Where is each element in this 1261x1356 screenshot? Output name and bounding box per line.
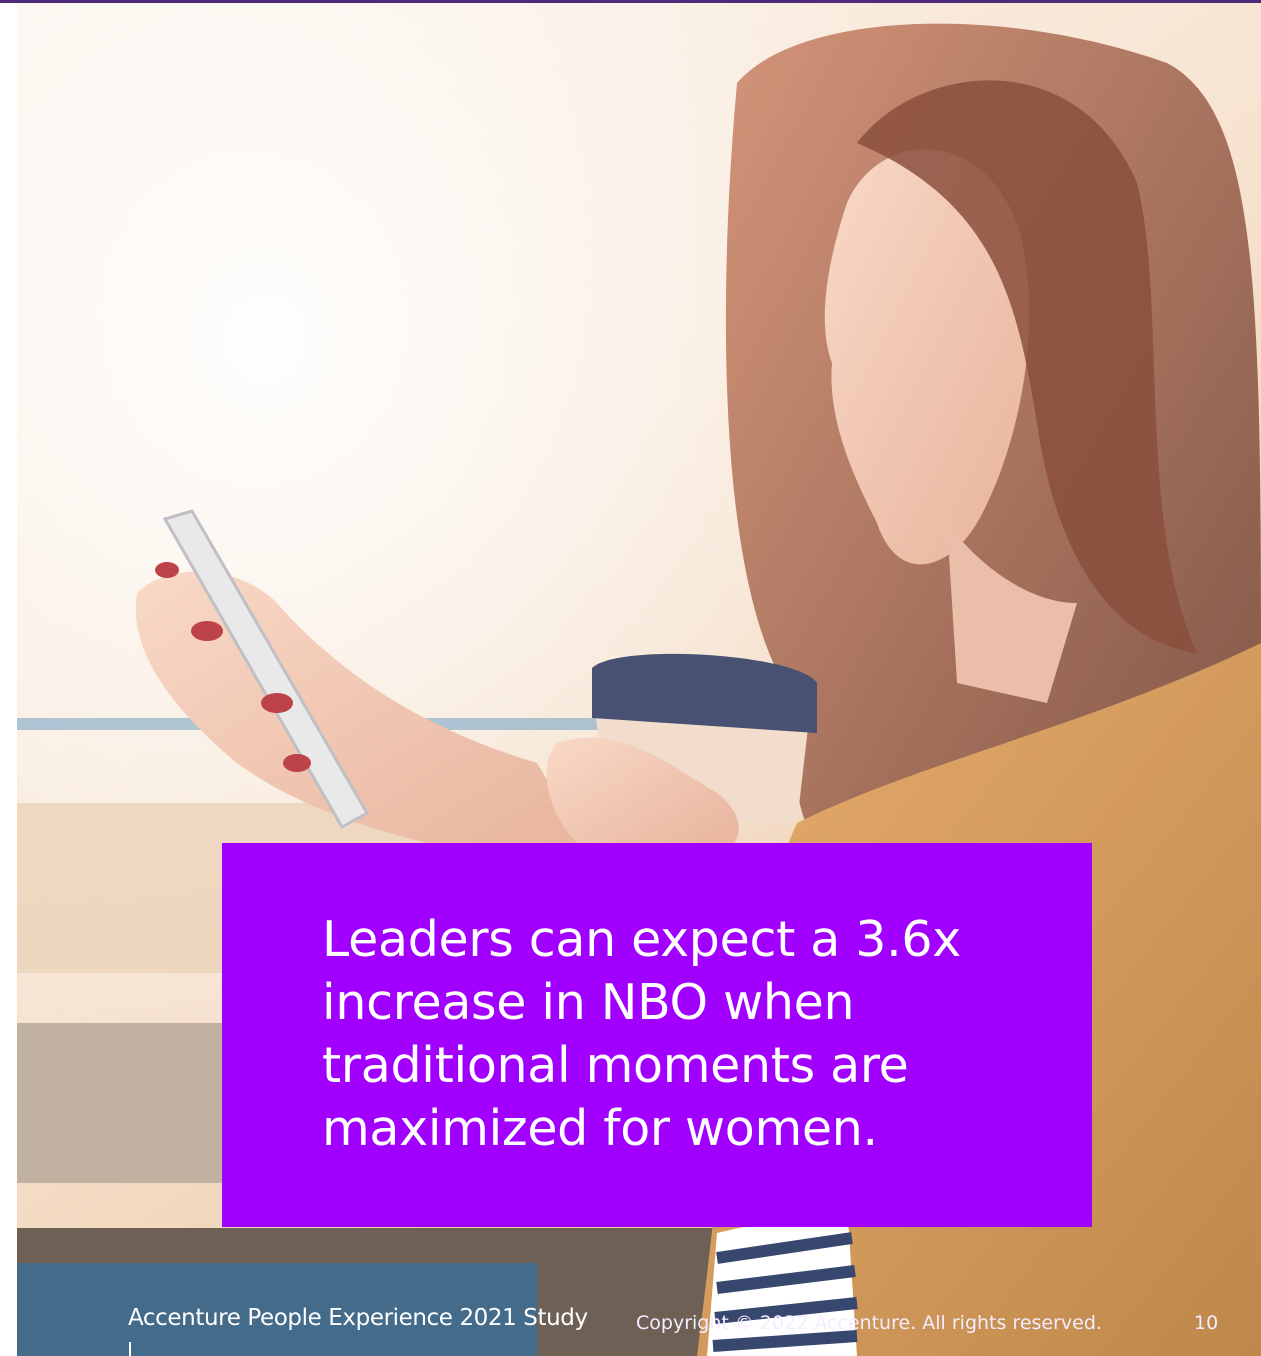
footer-copyright: Copyright © 2022 Accenture. All rights r… [636, 1312, 1102, 1334]
footer-divider [129, 1342, 131, 1356]
headline-text: Leaders can expect a 3.6x increase in NB… [322, 911, 961, 1157]
page-number: 10 [1194, 1312, 1219, 1334]
headline-callout: Leaders can expect a 3.6x increase in NB… [222, 843, 1092, 1227]
footer-study-title: Accenture People Experience 2021 Study [128, 1305, 588, 1331]
